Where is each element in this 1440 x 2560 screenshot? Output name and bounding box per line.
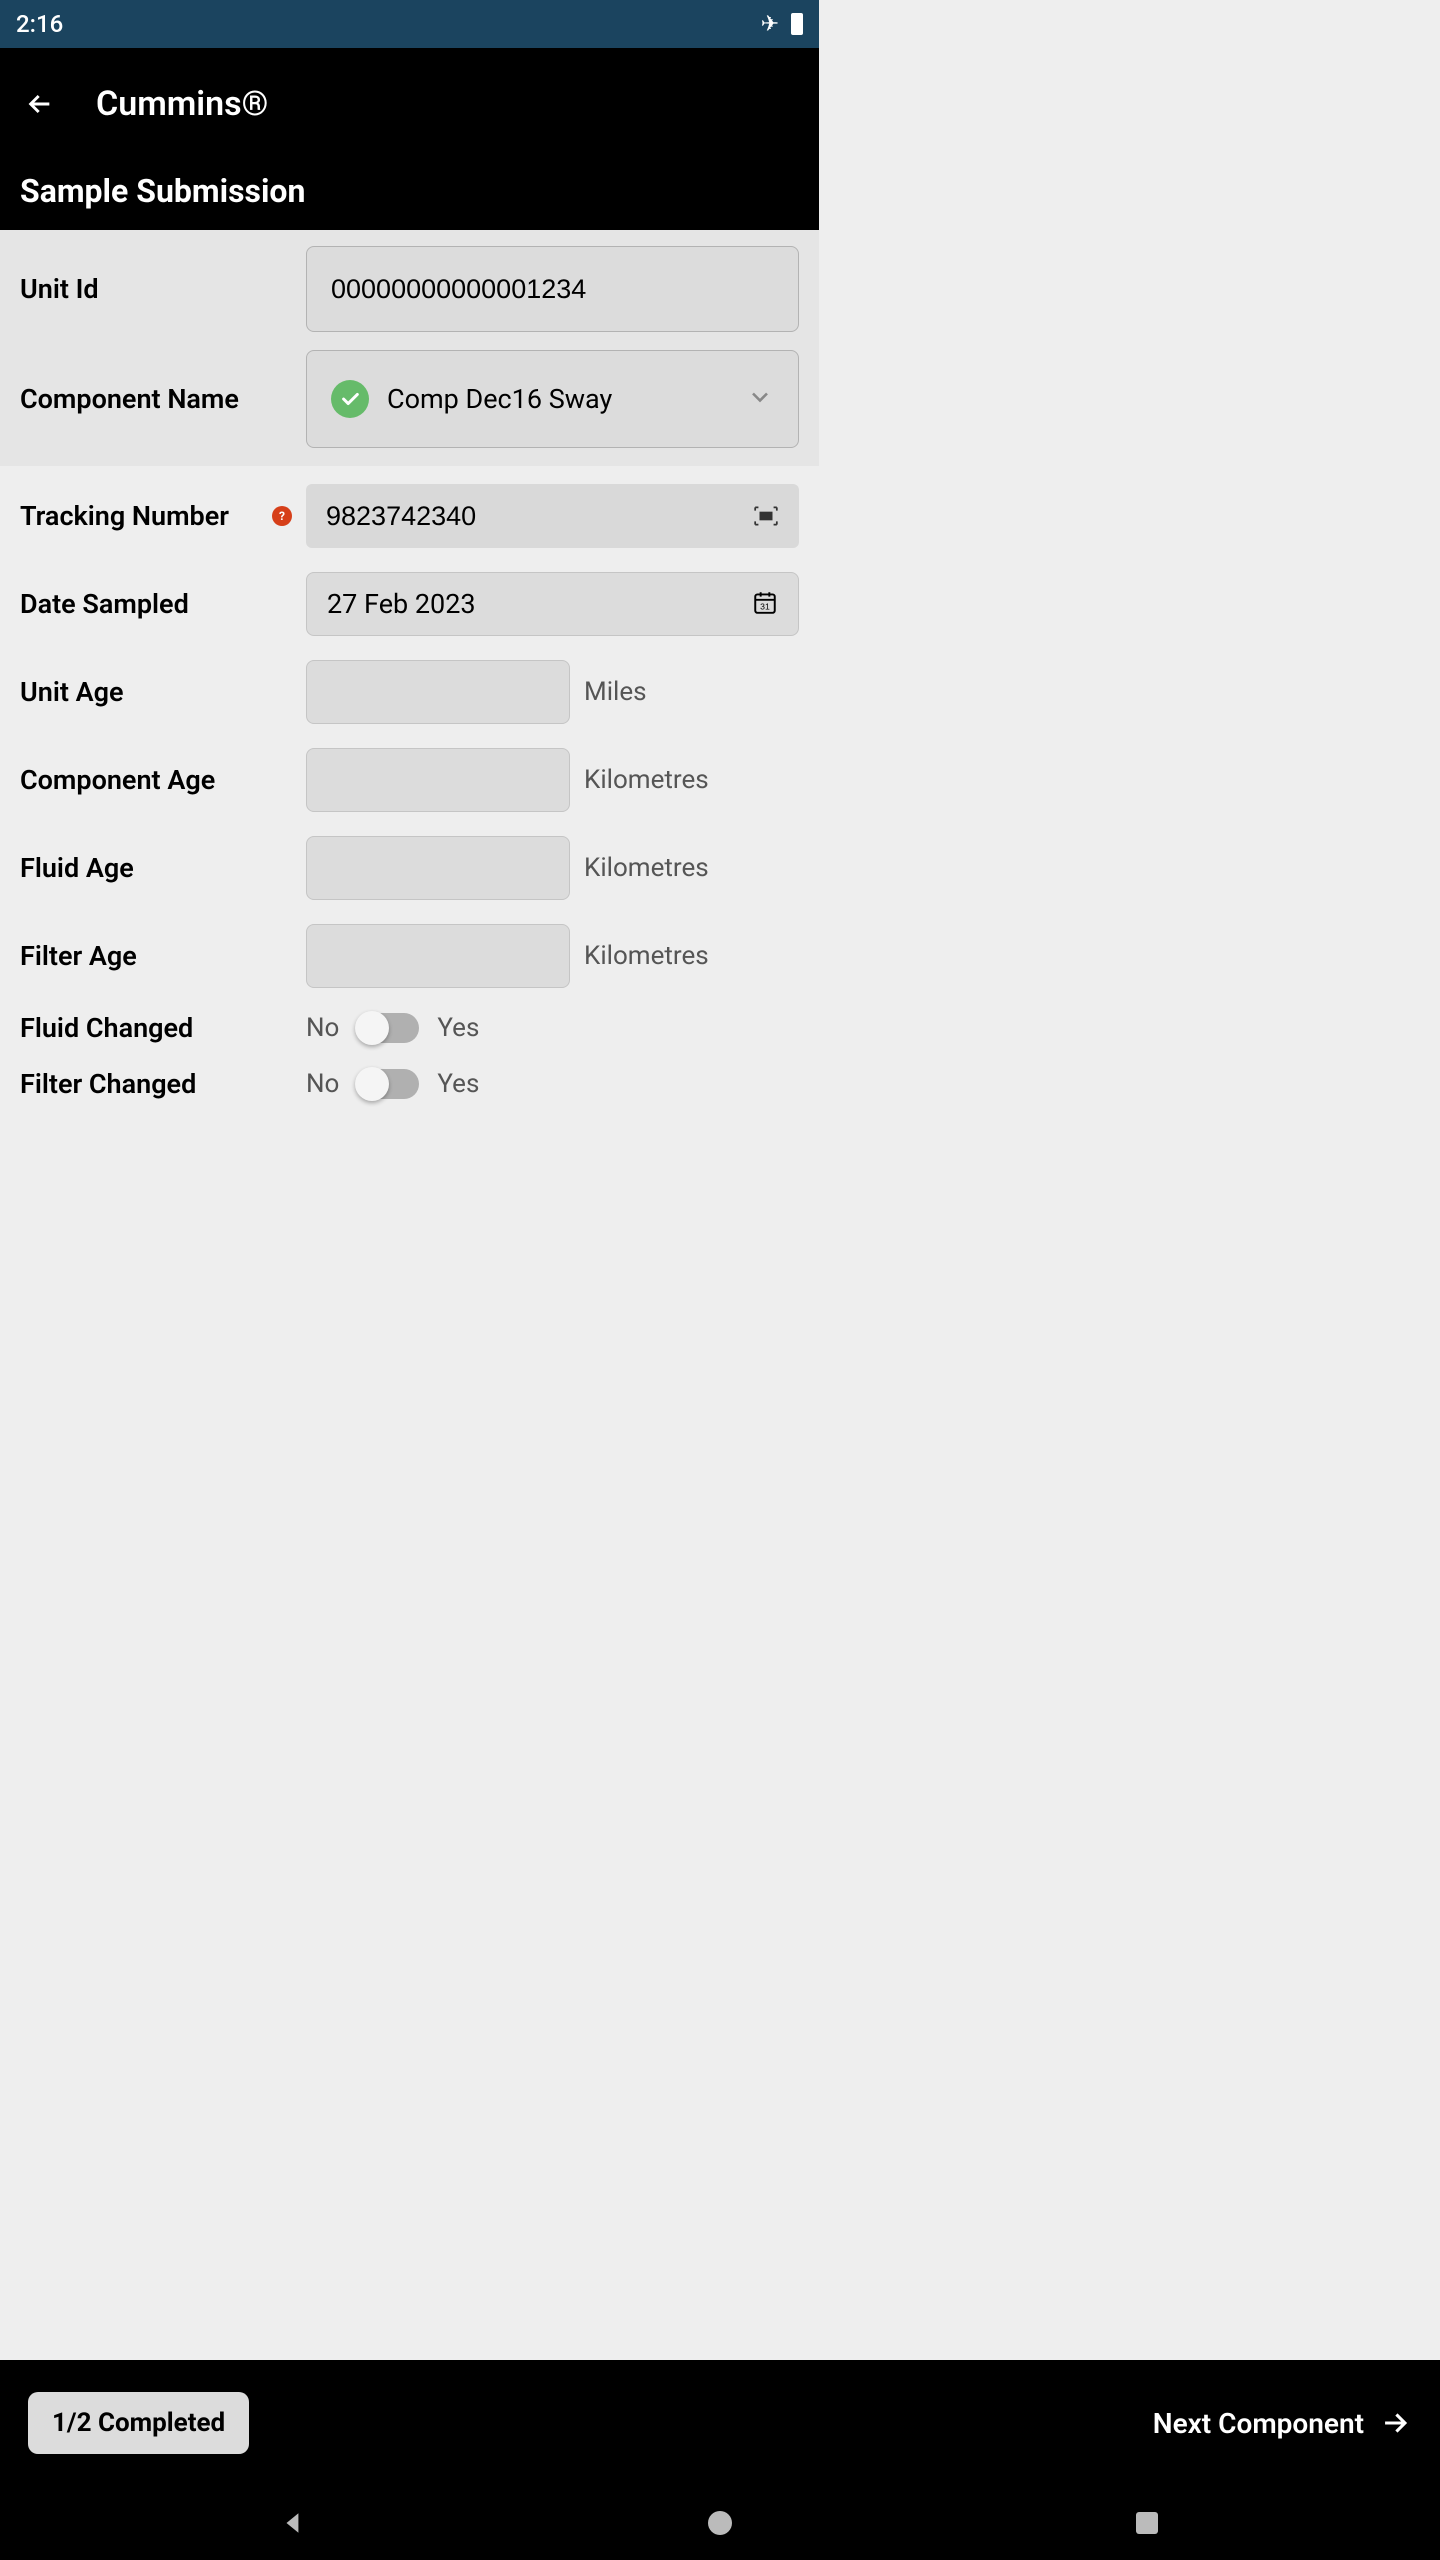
airplane-mode-icon: ✈	[761, 12, 779, 37]
fluid-age-label: Fluid Age	[20, 852, 306, 884]
filter-age-input[interactable]	[306, 924, 570, 988]
nav-recent-button[interactable]	[1107, 2499, 1187, 2547]
back-button[interactable]	[16, 80, 64, 128]
unit-age-unit: Miles	[584, 677, 647, 707]
date-sampled-input[interactable]: 27 Feb 2023 31	[306, 572, 799, 636]
status-bar: 2:16 ✈	[0, 0, 819, 48]
filter-changed-yes: Yes	[437, 1069, 479, 1099]
fluid-age-unit: Kilometres	[584, 853, 709, 883]
component-age-input[interactable]	[306, 748, 570, 812]
component-age-unit: Kilometres	[584, 765, 709, 795]
unit-age-label: Unit Age	[20, 676, 306, 708]
fluid-changed-yes: Yes	[437, 1013, 479, 1043]
section-header: Sample Submission	[0, 160, 819, 230]
filter-changed-toggle[interactable]	[357, 1069, 419, 1099]
nav-back-button[interactable]	[253, 2499, 333, 2547]
calendar-icon: 31	[752, 589, 778, 619]
tracking-number-label: Tracking Number ?	[20, 500, 306, 532]
app-title: Cummins®	[96, 84, 268, 124]
status-icons: ✈	[761, 12, 803, 37]
tracking-number-input[interactable]	[326, 501, 753, 532]
filter-changed-no: No	[306, 1069, 339, 1099]
component-name-dropdown[interactable]: Comp Dec16 Sway	[306, 350, 799, 448]
svg-text:31: 31	[760, 602, 770, 612]
unit-age-input[interactable]	[306, 660, 570, 724]
app-header: Cummins®	[0, 48, 819, 160]
help-icon[interactable]: ?	[272, 506, 292, 526]
arrow-right-icon	[1378, 2406, 1412, 2440]
filter-age-unit: Kilometres	[584, 941, 709, 971]
unit-id-input[interactable]	[306, 246, 799, 332]
fluid-changed-no: No	[306, 1013, 339, 1043]
component-name-value: Comp Dec16 Sway	[387, 383, 746, 415]
chevron-down-icon	[746, 383, 774, 415]
bottom-bar: 1/2 Completed Next Component	[0, 2360, 1440, 2486]
barcode-scan-icon[interactable]	[753, 505, 779, 527]
nav-home-button[interactable]	[680, 2499, 760, 2547]
date-sampled-label: Date Sampled	[20, 588, 306, 620]
date-sampled-value: 27 Feb 2023	[327, 588, 752, 620]
status-time: 2:16	[16, 10, 63, 38]
tracking-number-field	[306, 484, 799, 548]
filter-changed-label: Filter Changed	[20, 1068, 306, 1100]
battery-icon	[791, 13, 803, 35]
component-age-label: Component Age	[20, 764, 306, 796]
fluid-changed-label: Fluid Changed	[20, 1012, 306, 1044]
form-area: Unit Id Component Name Comp Dec16 Sway	[0, 230, 819, 1142]
fluid-age-input[interactable]	[306, 836, 570, 900]
progress-badge: 1/2 Completed	[28, 2392, 249, 2454]
check-icon	[331, 380, 369, 418]
fluid-changed-toggle[interactable]	[357, 1013, 419, 1043]
next-component-button[interactable]: Next Component	[1153, 2406, 1412, 2440]
component-name-label: Component Name	[20, 383, 306, 415]
section-title: Sample Submission	[20, 172, 799, 210]
android-nav-bar	[0, 2486, 1440, 2560]
filter-age-label: Filter Age	[20, 940, 306, 972]
unit-id-label: Unit Id	[20, 273, 306, 305]
